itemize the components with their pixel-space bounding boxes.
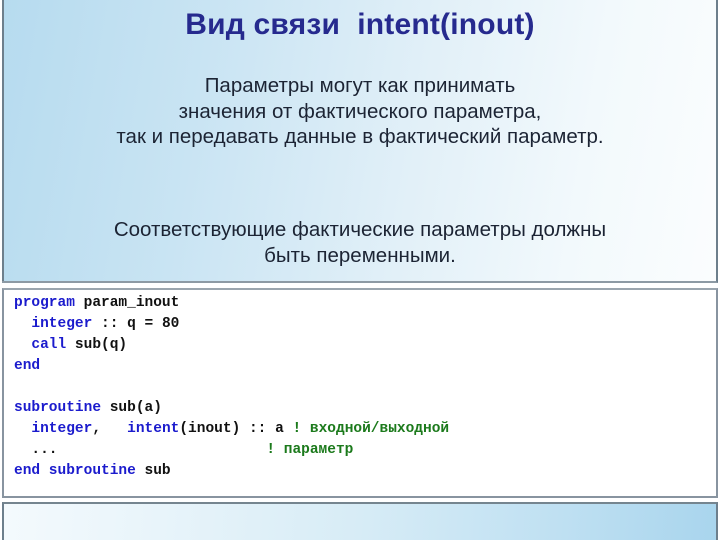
code-token-pl: sub(q) (66, 337, 128, 353)
code-token-cm: ! параметр (266, 442, 354, 458)
code-token-kw: call (31, 337, 67, 353)
code-token-kw: integer (31, 421, 93, 437)
code-token-kw: integer (31, 316, 93, 332)
title-content-panel: Вид связи intent(inout) Параметры могут … (2, 0, 718, 283)
code-panel: program param_inout integer :: q = 80 ca… (2, 288, 718, 498)
footer-band (2, 502, 718, 540)
code-token-kw: program (14, 295, 75, 311)
code-line: call sub(q) (14, 337, 127, 353)
code-line: program param_inout (14, 295, 179, 311)
code-token-pl: :: q = 80 (92, 316, 180, 332)
page-title: Вид связи intent(inout) (185, 8, 535, 41)
code-line: ... ! параметр (14, 442, 353, 458)
code-token-pl: sub(a) (101, 400, 162, 416)
code-block: program param_inout integer :: q = 80 ca… (14, 293, 449, 482)
code-token-kw: subroutine (14, 400, 102, 416)
code-token-pl: param_inout (74, 295, 180, 311)
code-line: end (14, 358, 40, 374)
code-line: end subroutine sub (14, 463, 171, 479)
code-token-cm: ! входной/выходной (292, 421, 450, 437)
code-token-kw: intent (127, 421, 180, 437)
code-token-pl: ... (14, 442, 267, 458)
code-line: integer :: q = 80 (14, 316, 179, 332)
description-paragraph-1: Параметры могут как принимать значения о… (116, 74, 604, 148)
code-line: subroutine sub(a) (14, 400, 162, 416)
slide: Вид связи intent(inout) Параметры могут … (0, 0, 720, 540)
code-token-pl: , (92, 421, 128, 437)
code-token-kw: end subroutine (14, 463, 136, 479)
code-token-pl: (inout) :: a (179, 421, 293, 437)
description-paragraph-2: Соответствующие фактические параметры до… (113, 218, 607, 267)
code-token-kw: end (14, 358, 41, 374)
code-line: integer, intent(inout) :: a ! входной/вы… (14, 421, 449, 437)
code-token-pl: sub (135, 463, 171, 479)
